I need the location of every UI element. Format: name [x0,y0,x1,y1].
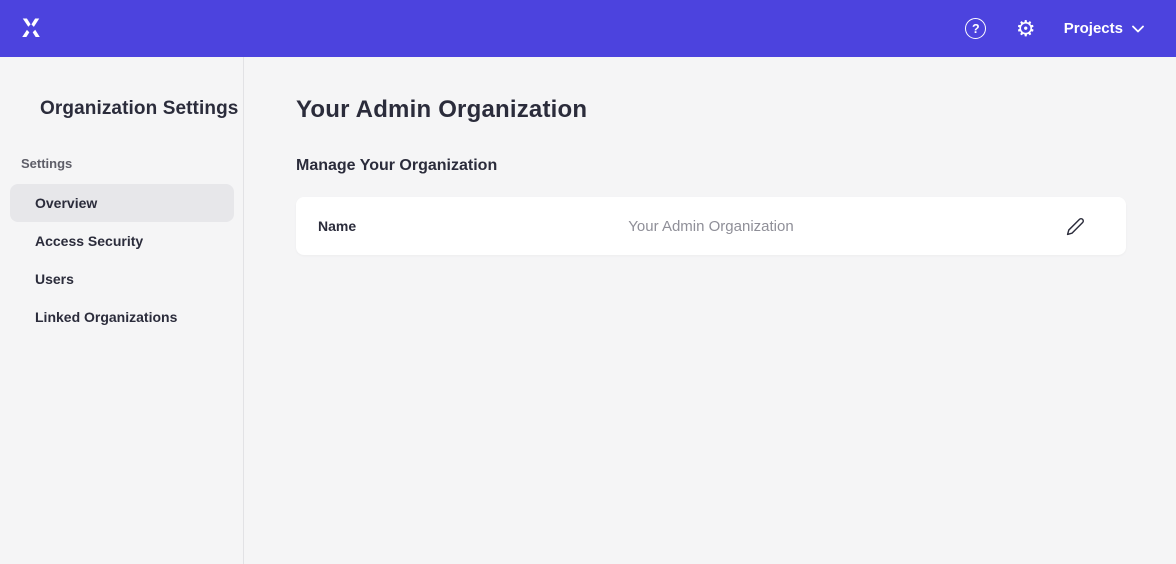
projects-menu-label: Projects [1064,20,1123,37]
name-field-label: Name [318,218,356,234]
settings-button[interactable]: ⚙ [1014,17,1038,41]
top-navigation-bar: X ? ⚙ Projects [0,0,1176,57]
sidebar-item-overview[interactable]: Overview [10,184,234,222]
projects-menu[interactable]: Projects [1064,20,1144,37]
settings-sidebar: Organization Settings Settings Overview … [0,57,244,564]
main-content: Your Admin Organization Manage Your Orga… [244,57,1176,564]
section-title: Manage Your Organization [296,157,1126,175]
sidebar-title: Organization Settings [0,98,243,120]
help-button[interactable]: ? [964,17,988,41]
organization-name-row: Name Your Admin Organization [296,197,1126,255]
sidebar-nav: Overview Access Security Users Linked Or… [0,184,243,336]
chevron-down-icon [1132,25,1144,33]
gear-icon: ⚙ [1016,18,1036,40]
sidebar-item-users[interactable]: Users [10,260,234,298]
organization-name-value: Your Admin Organization [628,218,793,235]
pencil-icon [1066,217,1085,236]
page-title: Your Admin Organization [296,96,1126,124]
sidebar-item-linked-organizations[interactable]: Linked Organizations [10,298,234,336]
help-icon: ? [965,18,986,39]
sidebar-item-access-security[interactable]: Access Security [10,222,234,260]
page-body: Organization Settings Settings Overview … [0,57,1176,564]
sidebar-section-label: Settings [0,156,243,171]
edit-name-button[interactable] [1064,215,1086,237]
topbar-actions: ? ⚙ Projects [964,17,1158,41]
app-logo-icon[interactable]: X [18,15,43,42]
